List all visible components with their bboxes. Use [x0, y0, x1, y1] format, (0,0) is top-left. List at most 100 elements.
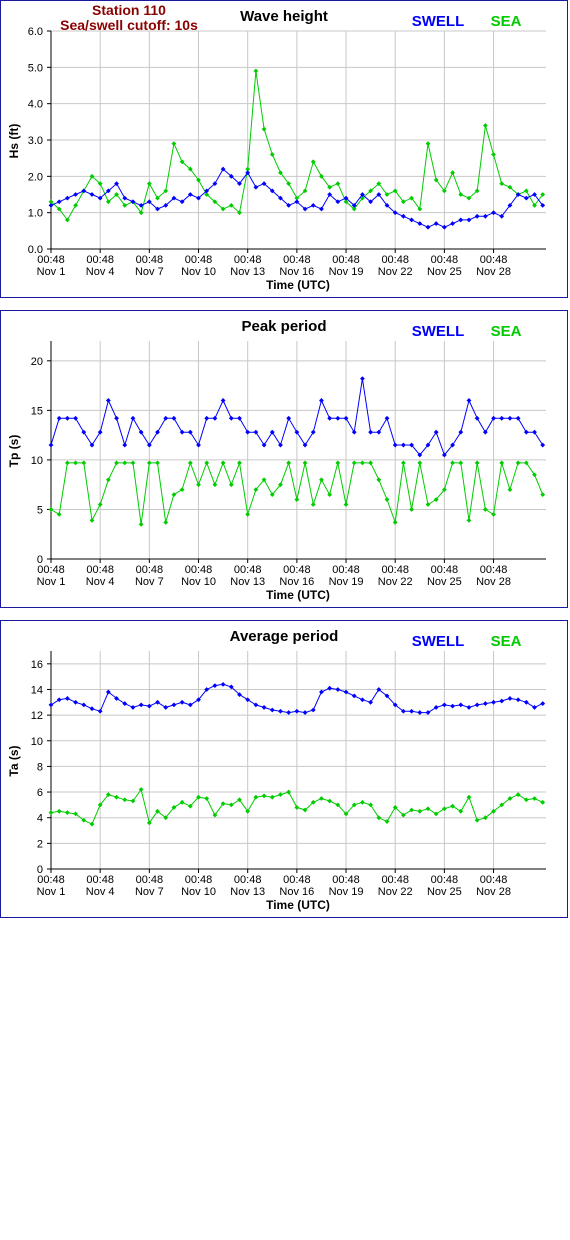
chart-title: Average period [230, 628, 339, 645]
y-tick-label: 5 [37, 504, 43, 516]
x-tick-date: Nov 4 [86, 576, 115, 588]
legend-swell: SWELL [412, 323, 465, 340]
y-tick-label: 12 [31, 710, 43, 722]
x-tick-date: Nov 7 [135, 266, 164, 278]
chart-title: Peak period [241, 318, 326, 335]
x-tick-time: 00:48 [86, 874, 114, 886]
y-tick-label: 4.0 [28, 99, 43, 111]
x-tick-time: 00:48 [381, 254, 409, 266]
x-tick-time: 00:48 [86, 254, 114, 266]
y-tick-label: 20 [31, 356, 43, 368]
y-tick-label: 3.0 [28, 135, 43, 147]
x-tick-time: 00:48 [381, 874, 409, 886]
x-tick-date: Nov 7 [135, 576, 164, 588]
y-tick-label: 1.0 [28, 208, 43, 220]
x-tick-time: 00:48 [480, 874, 508, 886]
y-axis-label: Ta (s) [7, 745, 21, 776]
y-tick-label: 2 [37, 838, 43, 850]
x-tick-date: Nov 22 [378, 576, 413, 588]
x-tick-date: Nov 4 [86, 886, 115, 898]
x-tick-date: Nov 25 [427, 576, 462, 588]
y-axis-label: Hs (ft) [7, 124, 21, 159]
x-tick-date: Nov 13 [230, 576, 265, 588]
x-tick-time: 00:48 [431, 874, 459, 886]
station-label: Station 110 [92, 2, 166, 18]
x-tick-date: Nov 28 [476, 266, 511, 278]
x-tick-date: Nov 16 [279, 886, 314, 898]
average-period-chart: Average period SWELL SEA Ta (s) Time (UT… [7, 628, 546, 912]
y-tick-label: 14 [31, 684, 43, 696]
y-tick-label: 16 [31, 659, 43, 671]
wave-height-plot: 0.01.02.03.04.05.06.000:48Nov 100:48Nov … [28, 26, 546, 278]
y-tick-label: 4 [37, 813, 43, 825]
x-tick-time: 00:48 [283, 254, 311, 266]
x-tick-date: Nov 10 [181, 886, 216, 898]
x-tick-time: 00:48 [234, 254, 262, 266]
x-tick-time: 00:48 [332, 564, 360, 576]
average-period-panel: Average period SWELL SEA Ta (s) Time (UT… [0, 620, 568, 918]
x-axis-label: Time (UTC) [266, 278, 330, 292]
x-tick-date: Nov 7 [135, 886, 164, 898]
x-tick-time: 00:48 [234, 874, 262, 886]
x-tick-time: 00:48 [431, 564, 459, 576]
average-period-plot: 024681012141600:48Nov 100:48Nov 400:48No… [31, 651, 546, 898]
x-tick-date: Nov 1 [37, 576, 66, 588]
chart-title: Wave height [240, 8, 328, 25]
y-tick-label: 8 [37, 761, 43, 773]
x-tick-date: Nov 28 [476, 886, 511, 898]
x-tick-time: 00:48 [185, 564, 213, 576]
x-tick-date: Nov 19 [329, 886, 364, 898]
x-tick-date: Nov 19 [329, 576, 364, 588]
x-tick-time: 00:48 [332, 874, 360, 886]
x-tick-date: Nov 10 [181, 266, 216, 278]
x-tick-date: Nov 22 [378, 886, 413, 898]
x-tick-date: Nov 13 [230, 886, 265, 898]
x-tick-time: 00:48 [283, 564, 311, 576]
x-tick-date: Nov 28 [476, 576, 511, 588]
x-tick-date: Nov 25 [427, 266, 462, 278]
y-tick-label: 6 [37, 787, 43, 799]
x-tick-date: Nov 10 [181, 576, 216, 588]
peak-period-plot: 0510152000:48Nov 100:48Nov 400:48Nov 700… [31, 341, 546, 588]
wave-height-panel: Station 110 Sea/swell cutoff: 10s Wave h… [0, 0, 568, 298]
legend-sea: SEA [491, 13, 522, 30]
x-tick-time: 00:48 [86, 564, 114, 576]
x-tick-date: Nov 16 [279, 266, 314, 278]
x-tick-date: Nov 19 [329, 266, 364, 278]
y-tick-label: 2.0 [28, 171, 43, 183]
x-tick-time: 00:48 [480, 564, 508, 576]
wave-height-chart: Station 110 Sea/swell cutoff: 10s Wave h… [7, 2, 546, 292]
plot-area [51, 341, 546, 559]
x-tick-time: 00:48 [37, 564, 65, 576]
y-tick-label: 5.0 [28, 62, 43, 74]
x-axis-label: Time (UTC) [266, 588, 330, 602]
x-tick-time: 00:48 [480, 254, 508, 266]
x-tick-time: 00:48 [283, 874, 311, 886]
peak-period-chart: Peak period SWELL SEA Tp (s) Time (UTC) … [7, 318, 546, 602]
peak-period-panel: Peak period SWELL SEA Tp (s) Time (UTC) … [0, 310, 568, 608]
y-tick-label: 10 [31, 455, 43, 467]
x-tick-date: Nov 1 [37, 266, 66, 278]
x-tick-date: Nov 4 [86, 266, 115, 278]
y-tick-label: 15 [31, 405, 43, 417]
x-tick-date: Nov 16 [279, 576, 314, 588]
x-tick-time: 00:48 [136, 564, 164, 576]
x-tick-time: 00:48 [37, 874, 65, 886]
x-tick-time: 00:48 [234, 564, 262, 576]
x-tick-date: Nov 1 [37, 886, 66, 898]
legend-sea: SEA [491, 633, 522, 650]
legend-swell: SWELL [412, 13, 465, 30]
x-tick-time: 00:48 [431, 254, 459, 266]
x-tick-date: Nov 13 [230, 266, 265, 278]
plot-area [51, 651, 546, 869]
x-tick-time: 00:48 [136, 874, 164, 886]
x-tick-time: 00:48 [381, 564, 409, 576]
x-tick-time: 00:48 [332, 254, 360, 266]
x-tick-date: Nov 22 [378, 266, 413, 278]
legend-sea: SEA [491, 323, 522, 340]
y-tick-label: 10 [31, 736, 43, 748]
legend-swell: SWELL [412, 633, 465, 650]
x-tick-time: 00:48 [185, 874, 213, 886]
y-tick-label: 6.0 [28, 26, 43, 38]
x-tick-time: 00:48 [37, 254, 65, 266]
